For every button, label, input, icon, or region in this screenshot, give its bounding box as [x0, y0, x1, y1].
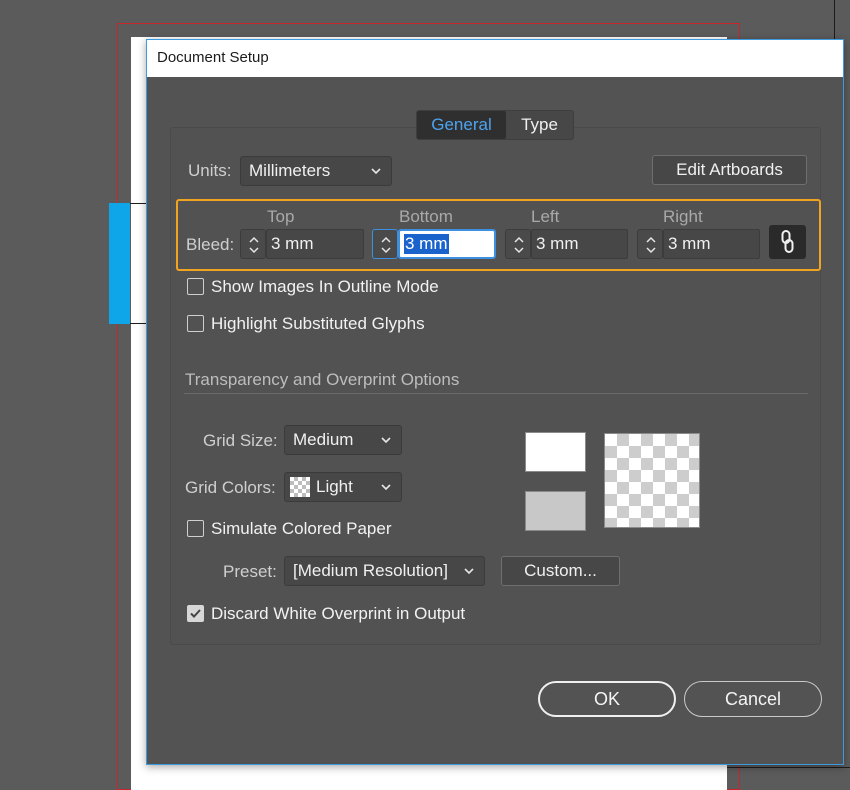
bleed-left-value: 3 mm	[536, 234, 579, 253]
guide-line-left-bottom	[130, 323, 147, 324]
bleed-top-label: Top	[267, 207, 295, 226]
highlight-glyphs-checkbox[interactable]	[187, 315, 204, 332]
bleed-label: Bleed:	[186, 235, 235, 254]
bleed-left-stepper[interactable]	[505, 229, 531, 259]
canvas-edge-line-2	[727, 767, 850, 768]
preset-value: [Medium Resolution]	[293, 561, 448, 580]
bleed-right-label: Right	[663, 207, 703, 226]
transparency-section-title: Transparency and Overprint Options	[185, 370, 460, 389]
bleed-left-input[interactable]: 3 mm	[531, 229, 628, 259]
simulate-paper-checkbox[interactable]	[187, 520, 204, 537]
grid-colors-label: Grid Colors:	[185, 478, 276, 497]
bleed-bottom-label: Bottom	[399, 207, 453, 226]
custom-button[interactable]: Custom...	[501, 556, 620, 586]
link-bleed-toggle[interactable]	[769, 225, 806, 259]
bleed-top-input[interactable]: 3 mm	[266, 229, 364, 259]
grid-size-label: Grid Size:	[203, 431, 278, 450]
grid-size-select[interactable]: Medium	[284, 425, 402, 455]
preset-label: Preset:	[223, 562, 277, 581]
bleed-left-label: Left	[531, 207, 560, 226]
bleed-top-stepper[interactable]	[240, 229, 266, 259]
units-label: Units:	[188, 161, 232, 180]
guide-line-left	[130, 203, 147, 204]
bleed-bottom-stepper[interactable]	[372, 229, 398, 259]
stepper-arrows-icon	[249, 236, 259, 254]
grid-color-swatch-gray[interactable]	[525, 491, 586, 531]
show-images-outline-label[interactable]: Show Images In Outline Mode	[211, 277, 439, 297]
simulate-paper-label[interactable]: Simulate Colored Paper	[211, 519, 391, 539]
ok-button[interactable]: OK	[538, 681, 676, 717]
chevron-down-icon	[381, 437, 391, 444]
bleed-right-value: 3 mm	[668, 234, 711, 253]
cancel-button[interactable]: Cancel	[684, 681, 822, 717]
transparency-grid-preview	[604, 433, 700, 528]
grid-color-swatch-white[interactable]	[525, 432, 586, 472]
units-value: Millimeters	[249, 161, 331, 180]
artboard-selection-strip	[109, 203, 130, 324]
discard-white-label[interactable]: Discard White Overprint in Output	[211, 604, 465, 624]
tab-general[interactable]: General	[417, 111, 506, 139]
discard-white-checkbox[interactable]	[187, 605, 204, 622]
checker-swatch-icon	[290, 477, 310, 497]
dialog-title: Document Setup	[157, 49, 269, 66]
stepper-arrows-icon	[381, 236, 391, 254]
highlight-glyphs-label[interactable]: Highlight Substituted Glyphs	[211, 314, 425, 334]
bleed-top-value: 3 mm	[271, 234, 314, 253]
stepper-arrows-icon	[646, 236, 656, 254]
bleed-right-stepper[interactable]	[637, 229, 663, 259]
stepper-arrows-icon	[514, 236, 524, 254]
bleed-bottom-input[interactable]: 3 mm	[399, 230, 495, 258]
chevron-down-icon	[464, 568, 474, 575]
bleed-bottom-value: 3 mm	[404, 234, 449, 254]
checkmark-icon	[190, 609, 201, 618]
chevron-down-icon	[371, 168, 381, 175]
bleed-right-input[interactable]: 3 mm	[663, 229, 760, 259]
edit-artboards-button[interactable]: Edit Artboards	[652, 155, 807, 185]
link-icon	[781, 230, 794, 253]
units-select[interactable]: Millimeters	[240, 156, 392, 186]
grid-colors-select[interactable]: Light	[284, 472, 402, 502]
tab-type[interactable]: Type	[506, 111, 573, 139]
grid-size-value: Medium	[293, 430, 354, 449]
show-images-outline-checkbox[interactable]	[187, 278, 204, 295]
chevron-down-icon	[381, 484, 391, 491]
preset-select[interactable]: [Medium Resolution]	[284, 556, 485, 586]
section-divider	[184, 393, 808, 394]
grid-colors-value: Light	[316, 477, 353, 496]
canvas-edge-line	[834, 0, 835, 39]
